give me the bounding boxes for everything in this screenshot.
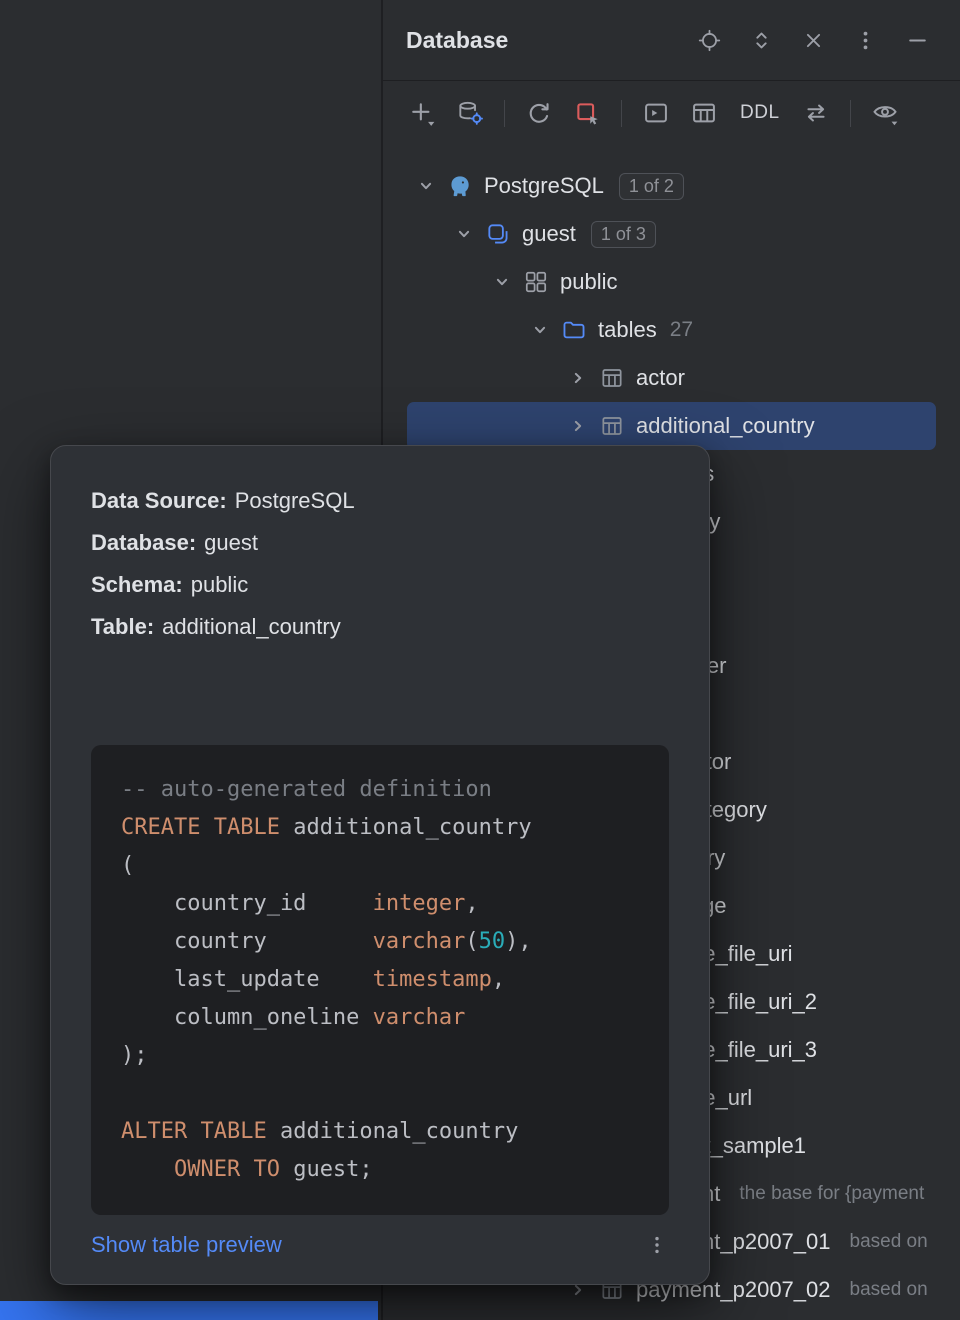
toolbar-separator xyxy=(621,100,622,127)
code-line: OWNER TO guest; xyxy=(121,1151,649,1189)
table-icon xyxy=(599,413,625,439)
selection-badge: 1 of 3 xyxy=(591,221,656,248)
cancel-running-statements-icon[interactable] xyxy=(573,99,601,127)
chevron-down-icon[interactable] xyxy=(489,269,515,295)
chevron-down-icon[interactable] xyxy=(413,173,439,199)
code-line: last_update timestamp, xyxy=(121,961,649,999)
more-options-icon[interactable] xyxy=(853,28,878,53)
chevron-right-icon[interactable] xyxy=(565,413,591,439)
node-label: tables xyxy=(598,317,657,343)
popup-info: Data Source:PostgreSQLDatabase:guestSche… xyxy=(91,480,669,648)
bottom-blue-bar xyxy=(0,1301,378,1320)
folder-icon xyxy=(561,317,587,343)
popup-info-line: Table:additional_country xyxy=(91,606,669,648)
table-info-popup: Data Source:PostgreSQLDatabase:guestSche… xyxy=(50,445,710,1285)
popup-info-line: Schema:public xyxy=(91,564,669,606)
tree-row-guest[interactable]: guest 1 of 3 xyxy=(407,210,936,258)
chevron-right-icon[interactable] xyxy=(565,365,591,391)
postgres-icon xyxy=(447,173,473,199)
chevron-down-icon[interactable] xyxy=(527,317,553,343)
table-data-icon[interactable] xyxy=(690,99,718,127)
node-label: additional_country xyxy=(636,413,815,439)
panel-title: Database xyxy=(406,27,508,54)
node-comment: based on xyxy=(850,1279,928,1301)
query-console-icon[interactable] xyxy=(642,99,670,127)
tree-row-public[interactable]: public xyxy=(407,258,936,306)
node-label: guest xyxy=(522,221,576,247)
schema-icon xyxy=(523,269,549,295)
node-comment: the base for {payment xyxy=(739,1183,924,1205)
ddl-code-block: -- auto-generated definitionCREATE TABLE… xyxy=(91,745,669,1215)
node-label: public xyxy=(560,269,617,295)
tree-row-additional_country[interactable]: additional_country xyxy=(407,402,936,450)
hide-tool-window-icon[interactable] xyxy=(905,28,930,53)
tree-row-tables[interactable]: tables 27 xyxy=(407,306,936,354)
code-line: -- auto-generated definition xyxy=(121,771,649,809)
toolbar-separator xyxy=(504,100,505,127)
tree-row-actor[interactable]: actor xyxy=(407,354,936,402)
database-toolbar: DDL xyxy=(383,81,960,145)
popup-footer: Show table preview xyxy=(91,1232,669,1258)
data-source-properties-icon[interactable] xyxy=(456,99,484,127)
code-line xyxy=(121,1075,649,1113)
selection-badge: 1 of 2 xyxy=(619,173,684,200)
new-item-icon[interactable] xyxy=(408,99,436,127)
popup-info-line: Data Source:PostgreSQL xyxy=(91,480,669,522)
node-comment: based on xyxy=(850,1231,928,1253)
view-options-eye-icon[interactable] xyxy=(871,99,899,127)
popup-more-icon[interactable] xyxy=(645,1233,669,1257)
show-table-preview-link[interactable]: Show table preview xyxy=(91,1232,282,1258)
code-line: ( xyxy=(121,847,649,885)
code-line: column_oneline varchar xyxy=(121,999,649,1037)
code-line: country varchar(50), xyxy=(121,923,649,961)
table-icon xyxy=(599,365,625,391)
panel-header-actions xyxy=(697,28,930,53)
chevron-down-icon[interactable] xyxy=(451,221,477,247)
locate-icon[interactable] xyxy=(697,28,722,53)
panel-header: Database xyxy=(383,0,960,81)
refresh-icon[interactable] xyxy=(525,99,553,127)
ide-screen: Database xyxy=(0,0,960,1320)
code-line: ); xyxy=(121,1037,649,1075)
tree-row-PostgreSQL[interactable]: PostgreSQL 1 of 2 xyxy=(407,162,936,210)
collapse-all-icon[interactable] xyxy=(801,28,826,53)
code-line: country_id integer, xyxy=(121,885,649,923)
item-count: 27 xyxy=(670,318,693,342)
ddl-button[interactable]: DDL xyxy=(738,102,782,124)
toolbar-separator xyxy=(850,100,851,127)
code-line: CREATE TABLE additional_country xyxy=(121,809,649,847)
database-icon xyxy=(485,221,511,247)
code-line: ALTER TABLE additional_country xyxy=(121,1113,649,1151)
node-label: actor xyxy=(636,365,685,391)
popup-info-line: Database:guest xyxy=(91,522,669,564)
node-label: PostgreSQL xyxy=(484,173,604,199)
expand-all-icon[interactable] xyxy=(749,28,774,53)
swap-arrows-icon[interactable] xyxy=(802,99,830,127)
